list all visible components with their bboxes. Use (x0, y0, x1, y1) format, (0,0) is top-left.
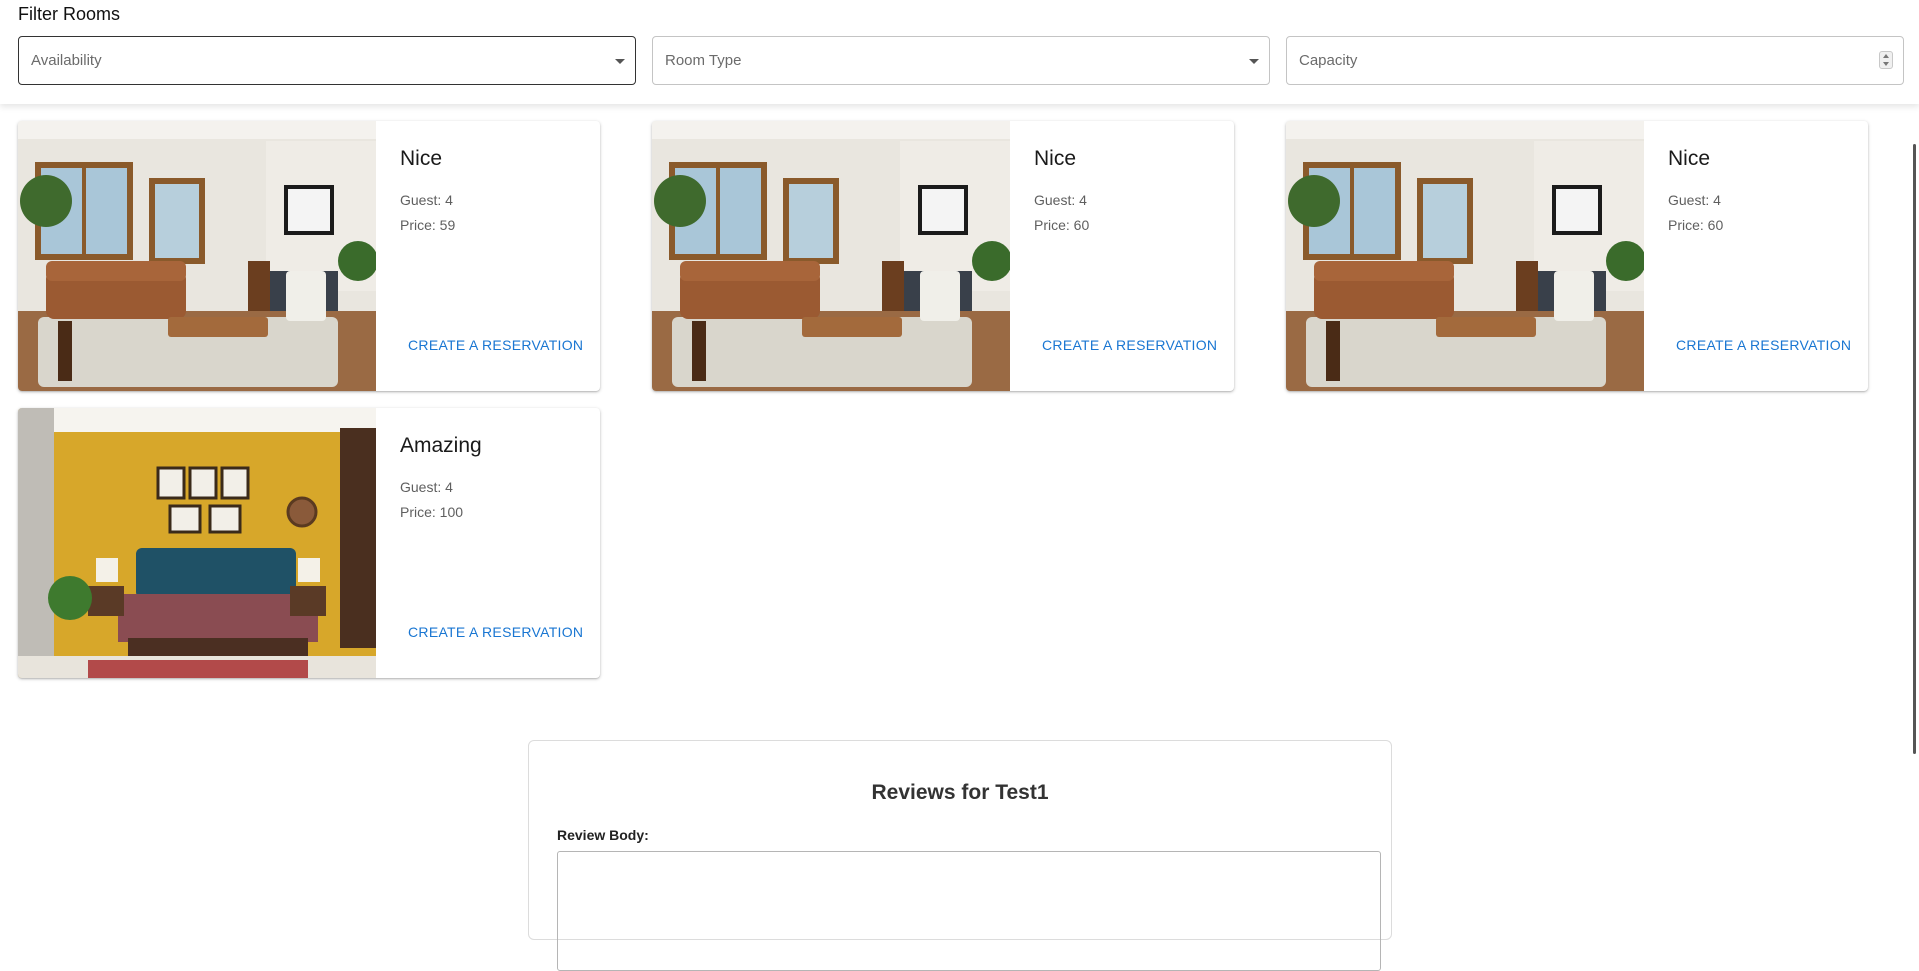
room-card: Nice Guest: 4 Price: 59 CREATE A RESERVA… (18, 121, 600, 391)
room-card: Amazing Guest: 4 Price: 100 CREATE A RES… (18, 408, 600, 678)
availability-label: Availability (31, 52, 102, 69)
review-body-textarea[interactable] (557, 851, 1381, 971)
capacity-input[interactable]: Capacity (1286, 36, 1904, 85)
room-guest: Guest: 4 (400, 192, 453, 208)
create-reservation-button[interactable]: CREATE A RESERVATION (1668, 331, 1859, 359)
room-price: Price: 60 (1668, 217, 1724, 233)
capacity-label: Capacity (1299, 52, 1358, 69)
room-price: Price: 100 (400, 504, 464, 520)
living-room-photo (652, 121, 1010, 391)
room-guest: Guest: 4 (1034, 192, 1087, 208)
availability-select[interactable]: Availability (18, 36, 636, 85)
filter-title: Filter Rooms (18, 4, 121, 24)
room-name: Nice (1034, 147, 1077, 170)
dropdown-arrow-icon (615, 59, 625, 64)
room-type-label: Room Type (665, 52, 742, 69)
create-reservation-button[interactable]: CREATE A RESERVATION (1034, 331, 1225, 359)
create-reservation-button[interactable]: CREATE A RESERVATION (400, 331, 591, 359)
create-reservation-button[interactable]: CREATE A RESERVATION (400, 618, 591, 646)
reviews-title: Reviews for Test1 (871, 781, 1049, 804)
room-name: Nice (1668, 147, 1711, 170)
room-price: Price: 59 (400, 217, 456, 233)
room-price: Price: 60 (1034, 217, 1090, 233)
filter-bar: Filter Rooms Availability Room Type Capa… (0, 0, 1919, 104)
room-name: Nice (400, 147, 443, 170)
dropdown-arrow-icon (1249, 59, 1259, 64)
living-room-photo (18, 121, 376, 391)
room-type-select[interactable]: Room Type (652, 36, 1270, 85)
review-body-label: Review Body: (557, 827, 649, 843)
room-guest: Guest: 4 (1668, 192, 1721, 208)
living-room-photo (1286, 121, 1644, 391)
page-scrollbar[interactable] (1913, 144, 1916, 754)
room-guest: Guest: 4 (400, 479, 453, 495)
reviews-panel: Reviews for Test1 Review Body: (528, 740, 1392, 971)
room-name: Amazing (400, 434, 482, 457)
bedroom-photo (18, 408, 376, 678)
number-spinner-icon[interactable] (1879, 51, 1893, 69)
room-card: Nice Guest: 4 Price: 60 CREATE A RESERVA… (1286, 121, 1868, 391)
room-card: Nice Guest: 4 Price: 60 CREATE A RESERVA… (652, 121, 1234, 391)
